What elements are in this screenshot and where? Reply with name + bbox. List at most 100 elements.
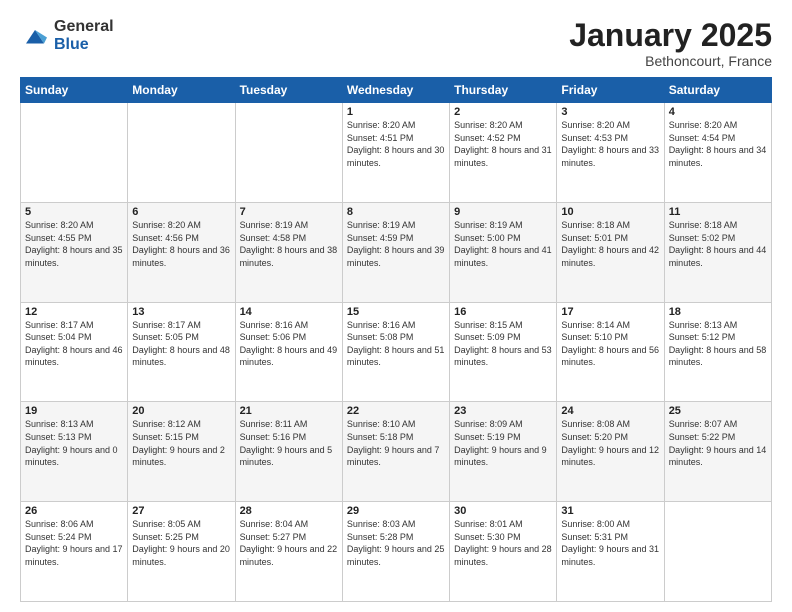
day-info: Sunrise: 8:11 AM Sunset: 5:16 PM Dayligh… xyxy=(240,418,338,468)
header-saturday: Saturday xyxy=(664,78,771,103)
day-number: 31 xyxy=(561,505,659,517)
day-number: 14 xyxy=(240,306,338,318)
days-of-week-row: Sunday Monday Tuesday Wednesday Thursday… xyxy=(21,78,772,103)
day-info: Sunrise: 8:19 AM Sunset: 4:58 PM Dayligh… xyxy=(240,219,338,269)
day-number: 24 xyxy=(561,405,659,417)
day-number: 15 xyxy=(347,306,445,318)
day-number: 6 xyxy=(132,206,230,218)
day-info: Sunrise: 8:17 AM Sunset: 5:05 PM Dayligh… xyxy=(132,319,230,369)
day-info: Sunrise: 8:19 AM Sunset: 4:59 PM Dayligh… xyxy=(347,219,445,269)
calendar-header: Sunday Monday Tuesday Wednesday Thursday… xyxy=(21,78,772,103)
calendar-cell-w4-d0: 26Sunrise: 8:06 AM Sunset: 5:24 PM Dayli… xyxy=(21,502,128,602)
day-info: Sunrise: 8:16 AM Sunset: 5:08 PM Dayligh… xyxy=(347,319,445,369)
calendar-cell-w0-d5: 3Sunrise: 8:20 AM Sunset: 4:53 PM Daylig… xyxy=(557,103,664,203)
day-number: 4 xyxy=(669,106,767,118)
day-number: 20 xyxy=(132,405,230,417)
day-info: Sunrise: 8:06 AM Sunset: 5:24 PM Dayligh… xyxy=(25,518,123,568)
calendar-cell-w3-d2: 21Sunrise: 8:11 AM Sunset: 5:16 PM Dayli… xyxy=(235,402,342,502)
day-info: Sunrise: 8:01 AM Sunset: 5:30 PM Dayligh… xyxy=(454,518,552,568)
day-number: 13 xyxy=(132,306,230,318)
day-number: 12 xyxy=(25,306,123,318)
calendar-cell-w2-d5: 17Sunrise: 8:14 AM Sunset: 5:10 PM Dayli… xyxy=(557,302,664,402)
calendar-cell-w3-d1: 20Sunrise: 8:12 AM Sunset: 5:15 PM Dayli… xyxy=(128,402,235,502)
logo-general-label: General xyxy=(54,18,114,36)
day-info: Sunrise: 8:20 AM Sunset: 4:51 PM Dayligh… xyxy=(347,119,445,169)
calendar-cell-w3-d4: 23Sunrise: 8:09 AM Sunset: 5:19 PM Dayli… xyxy=(450,402,557,502)
day-info: Sunrise: 8:13 AM Sunset: 5:13 PM Dayligh… xyxy=(25,418,123,468)
title-block: January 2025 Bethoncourt, France xyxy=(569,18,772,69)
calendar-cell-w2-d1: 13Sunrise: 8:17 AM Sunset: 5:05 PM Dayli… xyxy=(128,302,235,402)
logo-icon xyxy=(20,21,50,51)
calendar-cell-w1-d5: 10Sunrise: 8:18 AM Sunset: 5:01 PM Dayli… xyxy=(557,202,664,302)
day-info: Sunrise: 8:08 AM Sunset: 5:20 PM Dayligh… xyxy=(561,418,659,468)
day-number: 19 xyxy=(25,405,123,417)
calendar-cell-w4-d6 xyxy=(664,502,771,602)
day-number: 16 xyxy=(454,306,552,318)
day-info: Sunrise: 8:16 AM Sunset: 5:06 PM Dayligh… xyxy=(240,319,338,369)
day-info: Sunrise: 8:12 AM Sunset: 5:15 PM Dayligh… xyxy=(132,418,230,468)
day-info: Sunrise: 8:07 AM Sunset: 5:22 PM Dayligh… xyxy=(669,418,767,468)
day-number: 29 xyxy=(347,505,445,517)
page: General Blue January 2025 Bethoncourt, F… xyxy=(0,0,792,612)
month-title: January 2025 xyxy=(569,18,772,53)
calendar-cell-w0-d3: 1Sunrise: 8:20 AM Sunset: 4:51 PM Daylig… xyxy=(342,103,449,203)
calendar-cell-w2-d6: 18Sunrise: 8:13 AM Sunset: 5:12 PM Dayli… xyxy=(664,302,771,402)
calendar-body: 1Sunrise: 8:20 AM Sunset: 4:51 PM Daylig… xyxy=(21,103,772,602)
day-info: Sunrise: 8:20 AM Sunset: 4:53 PM Dayligh… xyxy=(561,119,659,169)
day-info: Sunrise: 8:15 AM Sunset: 5:09 PM Dayligh… xyxy=(454,319,552,369)
logo: General Blue xyxy=(20,18,114,53)
day-number: 1 xyxy=(347,106,445,118)
day-number: 11 xyxy=(669,206,767,218)
day-number: 18 xyxy=(669,306,767,318)
day-info: Sunrise: 8:09 AM Sunset: 5:19 PM Dayligh… xyxy=(454,418,552,468)
calendar-cell-w0-d6: 4Sunrise: 8:20 AM Sunset: 4:54 PM Daylig… xyxy=(664,103,771,203)
header: General Blue January 2025 Bethoncourt, F… xyxy=(20,18,772,69)
calendar-cell-w0-d4: 2Sunrise: 8:20 AM Sunset: 4:52 PM Daylig… xyxy=(450,103,557,203)
day-info: Sunrise: 8:19 AM Sunset: 5:00 PM Dayligh… xyxy=(454,219,552,269)
day-number: 5 xyxy=(25,206,123,218)
calendar-cell-w2-d2: 14Sunrise: 8:16 AM Sunset: 5:06 PM Dayli… xyxy=(235,302,342,402)
header-sunday: Sunday xyxy=(21,78,128,103)
day-info: Sunrise: 8:14 AM Sunset: 5:10 PM Dayligh… xyxy=(561,319,659,369)
header-tuesday: Tuesday xyxy=(235,78,342,103)
day-number: 30 xyxy=(454,505,552,517)
calendar-cell-w0-d2 xyxy=(235,103,342,203)
calendar-cell-w2-d0: 12Sunrise: 8:17 AM Sunset: 5:04 PM Dayli… xyxy=(21,302,128,402)
day-number: 10 xyxy=(561,206,659,218)
calendar-cell-w4-d5: 31Sunrise: 8:00 AM Sunset: 5:31 PM Dayli… xyxy=(557,502,664,602)
calendar-cell-w3-d0: 19Sunrise: 8:13 AM Sunset: 5:13 PM Dayli… xyxy=(21,402,128,502)
week-row-4: 26Sunrise: 8:06 AM Sunset: 5:24 PM Dayli… xyxy=(21,502,772,602)
calendar-cell-w0-d1 xyxy=(128,103,235,203)
header-friday: Friday xyxy=(557,78,664,103)
calendar-cell-w1-d4: 9Sunrise: 8:19 AM Sunset: 5:00 PM Daylig… xyxy=(450,202,557,302)
day-info: Sunrise: 8:03 AM Sunset: 5:28 PM Dayligh… xyxy=(347,518,445,568)
calendar-cell-w2-d4: 16Sunrise: 8:15 AM Sunset: 5:09 PM Dayli… xyxy=(450,302,557,402)
calendar-cell-w4-d1: 27Sunrise: 8:05 AM Sunset: 5:25 PM Dayli… xyxy=(128,502,235,602)
day-number: 9 xyxy=(454,206,552,218)
day-info: Sunrise: 8:04 AM Sunset: 5:27 PM Dayligh… xyxy=(240,518,338,568)
calendar-cell-w2-d3: 15Sunrise: 8:16 AM Sunset: 5:08 PM Dayli… xyxy=(342,302,449,402)
calendar-cell-w4-d2: 28Sunrise: 8:04 AM Sunset: 5:27 PM Dayli… xyxy=(235,502,342,602)
day-info: Sunrise: 8:17 AM Sunset: 5:04 PM Dayligh… xyxy=(25,319,123,369)
day-number: 28 xyxy=(240,505,338,517)
day-info: Sunrise: 8:18 AM Sunset: 5:01 PM Dayligh… xyxy=(561,219,659,269)
day-info: Sunrise: 8:13 AM Sunset: 5:12 PM Dayligh… xyxy=(669,319,767,369)
day-number: 3 xyxy=(561,106,659,118)
header-thursday: Thursday xyxy=(450,78,557,103)
day-info: Sunrise: 8:20 AM Sunset: 4:52 PM Dayligh… xyxy=(454,119,552,169)
calendar-cell-w4-d3: 29Sunrise: 8:03 AM Sunset: 5:28 PM Dayli… xyxy=(342,502,449,602)
calendar-cell-w1-d0: 5Sunrise: 8:20 AM Sunset: 4:55 PM Daylig… xyxy=(21,202,128,302)
calendar-cell-w3-d5: 24Sunrise: 8:08 AM Sunset: 5:20 PM Dayli… xyxy=(557,402,664,502)
calendar-cell-w1-d6: 11Sunrise: 8:18 AM Sunset: 5:02 PM Dayli… xyxy=(664,202,771,302)
logo-blue-label: Blue xyxy=(54,36,114,54)
week-row-3: 19Sunrise: 8:13 AM Sunset: 5:13 PM Dayli… xyxy=(21,402,772,502)
day-info: Sunrise: 8:10 AM Sunset: 5:18 PM Dayligh… xyxy=(347,418,445,468)
day-number: 27 xyxy=(132,505,230,517)
day-info: Sunrise: 8:00 AM Sunset: 5:31 PM Dayligh… xyxy=(561,518,659,568)
day-info: Sunrise: 8:18 AM Sunset: 5:02 PM Dayligh… xyxy=(669,219,767,269)
day-number: 23 xyxy=(454,405,552,417)
day-number: 8 xyxy=(347,206,445,218)
day-info: Sunrise: 8:20 AM Sunset: 4:55 PM Dayligh… xyxy=(25,219,123,269)
week-row-2: 12Sunrise: 8:17 AM Sunset: 5:04 PM Dayli… xyxy=(21,302,772,402)
day-number: 26 xyxy=(25,505,123,517)
